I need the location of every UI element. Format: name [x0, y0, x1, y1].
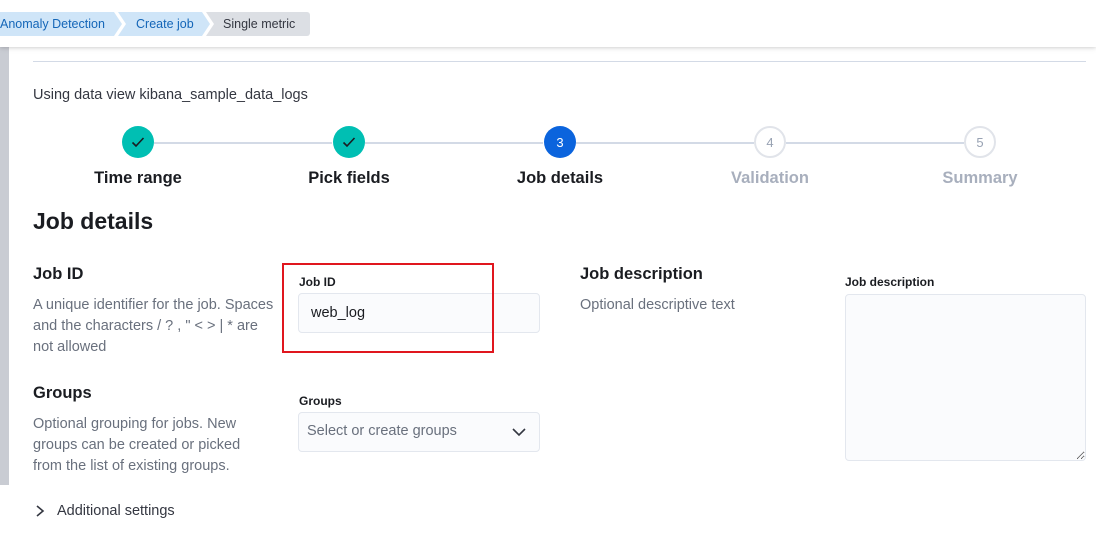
check-icon — [342, 137, 356, 148]
check-icon — [131, 137, 145, 148]
job-description-textarea[interactable] — [845, 294, 1086, 461]
left-panel-edge — [0, 47, 9, 485]
job-id-input[interactable] — [298, 293, 540, 333]
groups-placeholder: Select or create groups — [307, 423, 457, 439]
breadcrumb-label: Create job — [136, 17, 194, 31]
breadcrumb-label: Anomaly Detection — [0, 17, 105, 31]
step-3-current: 3 — [544, 126, 576, 158]
step-4-incomplete: 4 — [754, 126, 786, 158]
step-number: 3 — [556, 134, 564, 150]
step-5-label: Summary — [942, 169, 1018, 187]
step-connector — [786, 142, 964, 144]
job-description-field-label: Job description — [845, 275, 935, 289]
job-id-section-description: A unique identifier for the job. Spaces … — [33, 297, 274, 355]
chevron-right-icon — [36, 505, 45, 517]
groups-section-description: Optional grouping for jobs. New groups c… — [33, 416, 241, 474]
top-divider — [33, 61, 1086, 62]
breadcrumb-single-metric: Single metric — [206, 12, 310, 36]
step-number: 4 — [766, 134, 774, 150]
data-view-text: Using data view kibana_sample_data_logs — [33, 87, 308, 103]
chevron-down-icon[interactable] — [511, 425, 527, 439]
additional-settings-label: Additional settings — [57, 503, 175, 519]
step-connector — [365, 142, 543, 144]
step-5-incomplete: 5 — [964, 126, 996, 158]
step-connector — [154, 142, 332, 144]
step-3-label: Job details — [516, 169, 604, 187]
breadcrumb-label: Single metric — [223, 17, 296, 31]
breadcrumb-anomaly-detection[interactable]: Anomaly Detection — [0, 12, 122, 36]
job-id-field-label: Job ID — [299, 275, 336, 289]
page-title: Job details — [33, 208, 154, 234]
step-number: 5 — [976, 134, 984, 150]
breadcrumb-create-job[interactable]: Create job — [118, 12, 210, 36]
job-description-section-description: Optional descriptive text — [580, 297, 735, 313]
step-4-label: Validation — [731, 169, 809, 187]
step-1-label[interactable]: Time range — [38, 169, 238, 188]
step-connector — [576, 142, 754, 144]
breadcrumb-bar: Anomaly Detection Create job Single metr… — [0, 0, 1096, 47]
additional-settings-toggle[interactable]: Additional settings — [35, 503, 175, 519]
step-2-complete[interactable] — [333, 126, 365, 158]
groups-field-label: Groups — [299, 394, 342, 408]
job-id-section-title: Job ID — [33, 265, 84, 283]
step-2-label[interactable]: Pick fields — [249, 169, 449, 188]
groups-combobox[interactable]: Select or create groups — [298, 412, 540, 452]
step-1-complete[interactable] — [122, 126, 154, 158]
job-description-section-title: Job description — [580, 265, 703, 283]
groups-section-title: Groups — [33, 384, 92, 402]
